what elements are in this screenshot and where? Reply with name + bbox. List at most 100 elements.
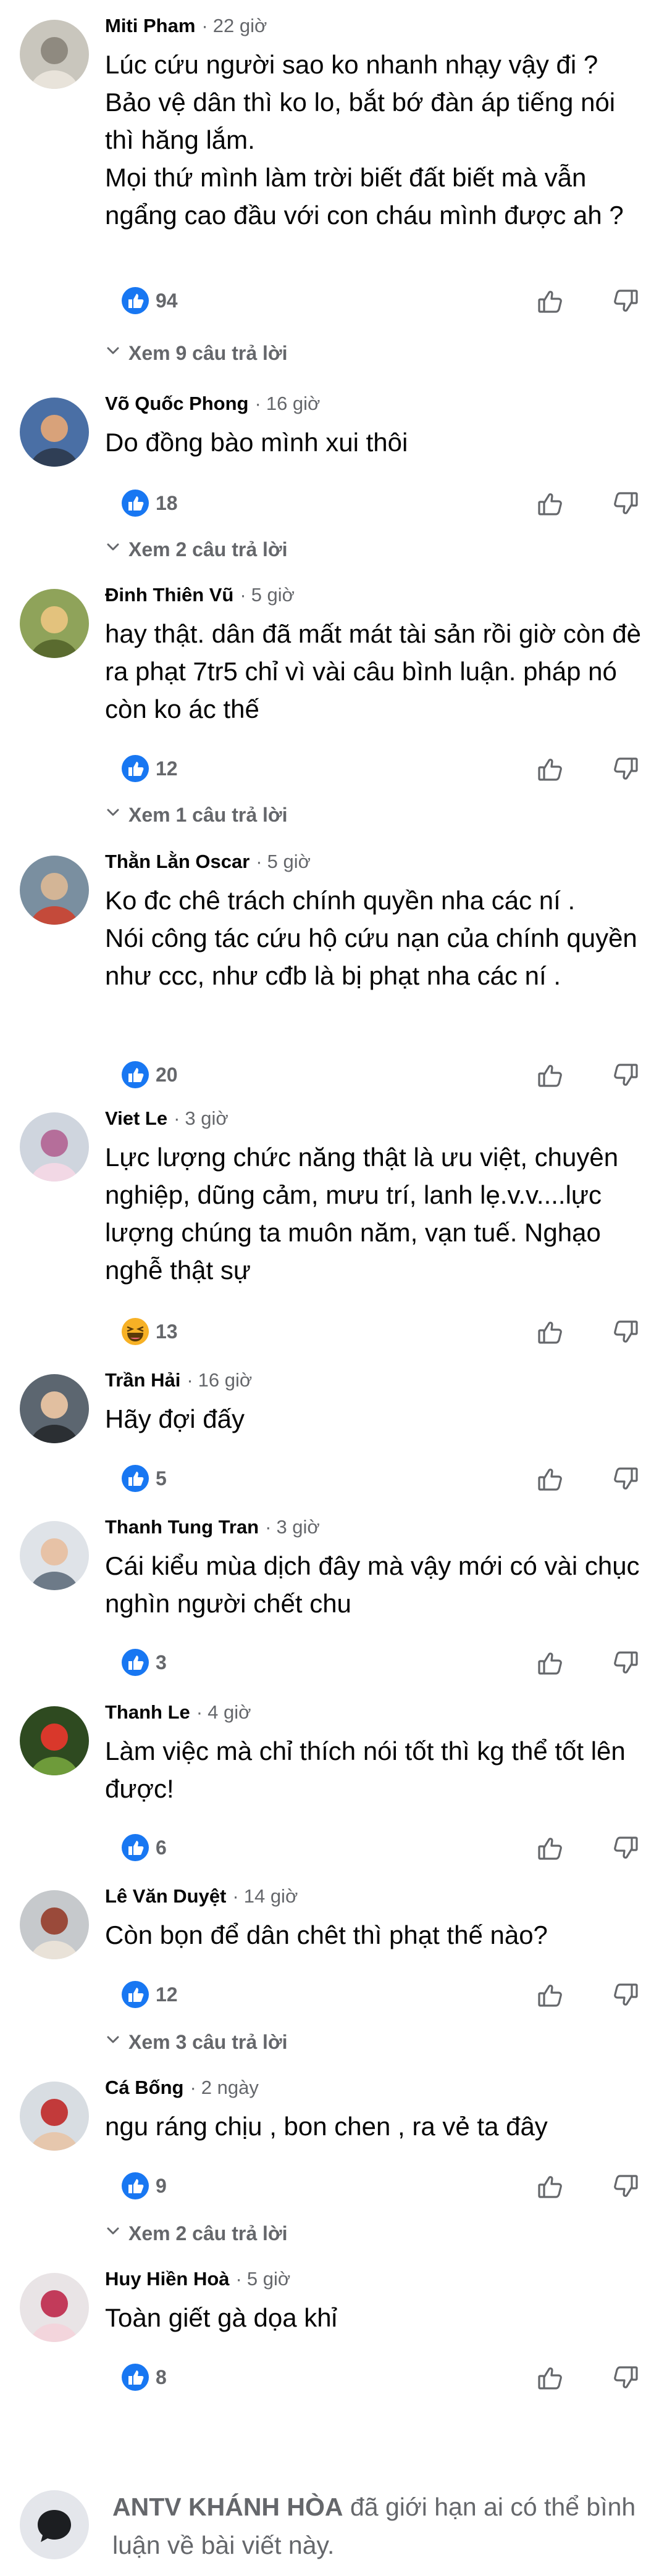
comment-author[interactable]: Thanh Tung Tran xyxy=(105,1516,259,1538)
dislike-button[interactable] xyxy=(606,1830,644,1867)
comment-author[interactable]: Đinh Thiên Vũ xyxy=(105,584,233,606)
avatar[interactable] xyxy=(20,1890,89,1959)
like-button[interactable] xyxy=(532,283,569,320)
avatar[interactable] xyxy=(20,2082,89,2151)
reaction-summary[interactable]: 12 xyxy=(121,1980,178,2009)
like-reaction-icon xyxy=(121,489,149,517)
reaction-count: 6 xyxy=(156,1836,167,1859)
reaction-summary[interactable]: 13 xyxy=(121,1317,178,1346)
avatar[interactable] xyxy=(20,589,89,658)
comment-time: 22 giờ xyxy=(212,15,267,36)
separator-dot: · xyxy=(174,1107,180,1129)
like-button[interactable] xyxy=(532,1830,569,1867)
comment-author[interactable]: Viet Le xyxy=(105,1107,167,1130)
reaction-count: 20 xyxy=(156,1063,178,1086)
comment-limited-notice: ANTV KHÁNH HÒA đã giới hạn ai có thể bìn… xyxy=(0,2482,667,2568)
dislike-button[interactable] xyxy=(606,1977,644,2014)
comment-author[interactable]: Cá Bống xyxy=(105,2077,183,2099)
comment-header: Lê Văn Duyệt · 14 giờ xyxy=(105,1883,298,1910)
comment-time: 5 giờ xyxy=(251,584,295,606)
avatar[interactable] xyxy=(20,20,89,89)
view-replies-button[interactable]: Xem 2 câu trả lời xyxy=(104,537,288,562)
comment-author[interactable]: Võ Quốc Phong xyxy=(105,393,249,415)
comment-time: 3 giờ xyxy=(185,1107,229,1129)
dislike-button[interactable] xyxy=(606,1644,644,1682)
thumbs-up-icon xyxy=(535,2362,566,2393)
dislike-button[interactable] xyxy=(606,2359,644,2396)
view-replies-button[interactable]: Xem 2 câu trả lời xyxy=(104,2221,288,2246)
comment-time: 2 ngày xyxy=(201,2077,259,2098)
avatar[interactable] xyxy=(20,2273,89,2342)
view-replies-button[interactable]: Xem 3 câu trả lời xyxy=(104,2030,288,2054)
comment-author[interactable]: Huy Hiền Hoà xyxy=(105,2268,230,2290)
dislike-button[interactable] xyxy=(606,1057,644,1094)
separator-dot: · xyxy=(256,851,262,872)
like-reaction-icon xyxy=(121,1648,149,1677)
like-button[interactable] xyxy=(532,1461,569,1498)
comment-author[interactable]: Lê Văn Duyệt xyxy=(105,1885,226,1907)
comment-text: Ko đc chê trách chính quyền nha các ní .… xyxy=(105,886,637,990)
reaction-count: 5 xyxy=(156,1467,167,1490)
comment-time: 14 giờ xyxy=(243,1885,298,1907)
reaction-summary[interactable]: 8 xyxy=(121,2362,167,2392)
comment-text: Hãy đợi đấy xyxy=(105,1404,245,1433)
like-reaction-icon xyxy=(121,754,149,783)
view-replies-label: Xem 3 câu trả lời xyxy=(128,2030,288,2053)
reaction-summary[interactable]: 9 xyxy=(121,2171,167,2201)
comment-author[interactable]: Thằn Lằn Oscar xyxy=(105,851,250,873)
reaction-summary[interactable]: 6 xyxy=(121,1833,167,1862)
dislike-button[interactable] xyxy=(606,1461,644,1498)
separator-dot: · xyxy=(187,1369,193,1391)
like-button[interactable] xyxy=(532,1977,569,2014)
chevron-down-icon xyxy=(104,2222,128,2245)
thumbs-up-icon xyxy=(535,1833,566,1864)
thumbs-down-icon xyxy=(610,286,640,317)
dislike-button[interactable] xyxy=(606,1314,644,1351)
comment-time: 16 giờ xyxy=(266,393,321,414)
avatar[interactable] xyxy=(20,1521,89,1590)
dislike-button[interactable] xyxy=(606,2168,644,2205)
view-replies-button[interactable]: Xem 9 câu trả lời xyxy=(104,341,288,365)
like-button[interactable] xyxy=(532,2168,569,2205)
thumbs-down-icon xyxy=(610,1317,640,1348)
comment-text: Lúc cứu người sao ko nhanh nhạy vậy đi ?… xyxy=(105,50,624,230)
thumbs-down-icon xyxy=(610,2171,640,2202)
avatar[interactable] xyxy=(20,1112,89,1182)
comment-text: Lực lượng chức năng thật là ưu việt, chu… xyxy=(105,1143,619,1285)
reaction-summary[interactable]: 20 xyxy=(121,1060,178,1090)
like-button[interactable] xyxy=(532,1644,569,1682)
like-button[interactable] xyxy=(532,1314,569,1351)
avatar[interactable] xyxy=(20,1706,89,1775)
reaction-summary[interactable]: 12 xyxy=(121,754,178,783)
like-button[interactable] xyxy=(532,751,569,788)
reaction-count: 13 xyxy=(156,1320,178,1343)
reaction-summary[interactable]: 5 xyxy=(121,1464,167,1493)
comment-author[interactable]: Trần Hải xyxy=(105,1369,180,1391)
reaction-summary[interactable]: 3 xyxy=(121,1648,167,1677)
like-button[interactable] xyxy=(532,485,569,522)
dislike-button[interactable] xyxy=(606,751,644,788)
avatar[interactable] xyxy=(20,856,89,925)
thumbs-down-icon xyxy=(610,1980,640,2011)
avatar[interactable] xyxy=(20,1374,89,1443)
thumbs-up-icon xyxy=(535,488,566,519)
comment-text: Cái kiểu mùa dịch đây mà vậy mới có vài … xyxy=(105,1551,640,1618)
comment-author[interactable]: Miti Pham xyxy=(105,15,195,37)
comment-header: Trần Hải · 16 giờ xyxy=(105,1367,252,1394)
comment-author[interactable]: Thanh Le xyxy=(105,1701,190,1724)
reaction-count: 9 xyxy=(156,2174,167,2197)
reaction-summary[interactable]: 94 xyxy=(121,286,178,315)
thumbs-up-icon xyxy=(535,1060,566,1091)
separator-dot: · xyxy=(240,584,246,606)
reaction-summary[interactable]: 18 xyxy=(121,488,178,518)
like-button[interactable] xyxy=(532,2359,569,2396)
thumbs-up-icon xyxy=(535,1464,566,1494)
comment-time: 4 giờ xyxy=(208,1701,251,1723)
like-reaction-icon xyxy=(121,286,149,315)
dislike-button[interactable] xyxy=(606,283,644,320)
like-button[interactable] xyxy=(532,1057,569,1094)
dislike-button[interactable] xyxy=(606,485,644,522)
view-replies-button[interactable]: Xem 1 câu trả lời xyxy=(104,802,288,827)
footer-page-name[interactable]: ANTV KHÁNH HÒA xyxy=(112,2493,343,2521)
avatar[interactable] xyxy=(20,398,89,467)
